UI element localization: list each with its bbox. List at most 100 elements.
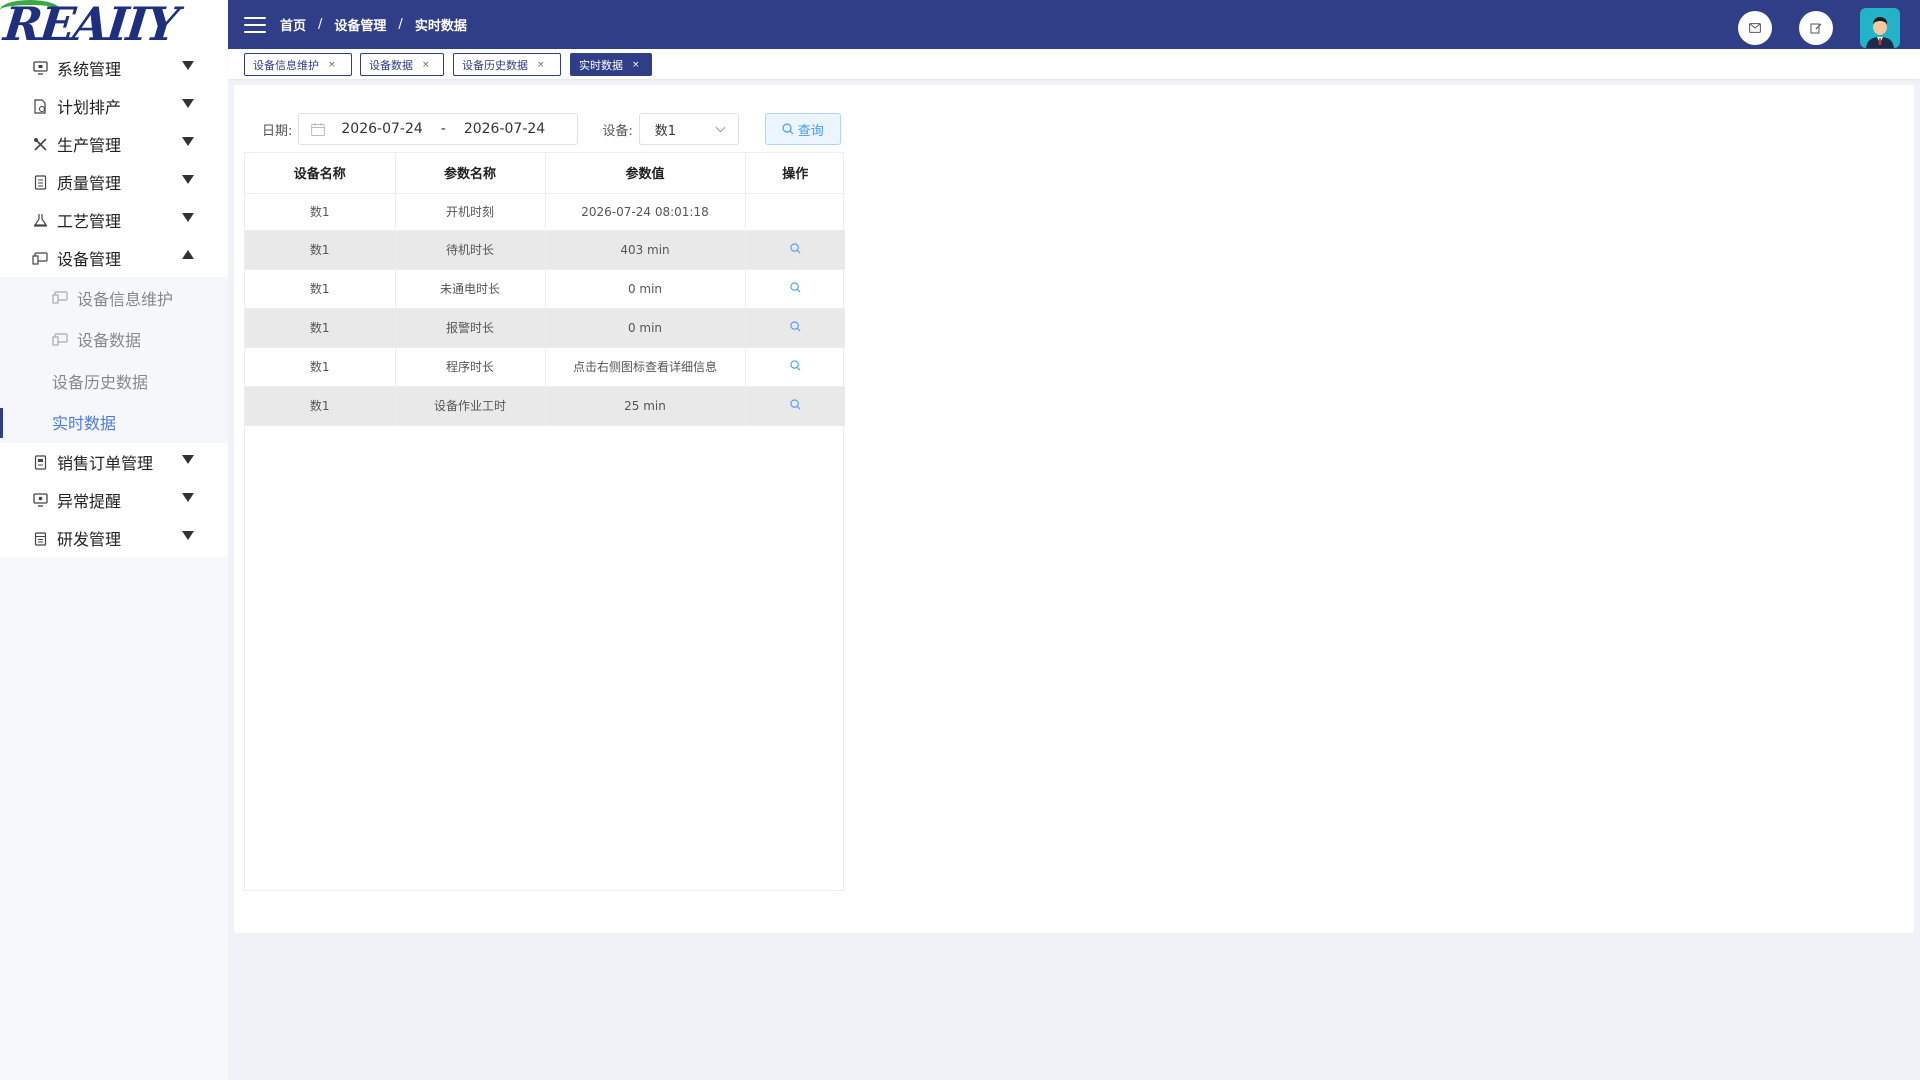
table-row: 数1 程序时长 点击右侧图标查看详细信息 bbox=[245, 347, 845, 387]
device-select[interactable]: 数1 bbox=[638, 113, 739, 145]
mail-icon bbox=[1749, 23, 1761, 33]
column-header-param: 参数名称 bbox=[395, 153, 546, 194]
hamburger-menu-icon[interactable] bbox=[244, 16, 266, 33]
main-card: 日期: 2026-07-24 - 2026-07-24 设备: 数1 查询 设备… bbox=[234, 85, 1914, 933]
sidebar-item-production[interactable]: 生产管理 bbox=[0, 125, 228, 163]
cell-action bbox=[745, 386, 845, 426]
sidebar-item-sales[interactable]: 销售订单管理 bbox=[0, 443, 228, 481]
table-header-row: 设备名称 参数名称 参数值 操作 bbox=[245, 153, 845, 194]
table-row: 数1 设备作业工时 25 min bbox=[245, 386, 845, 426]
cell-value: 0 min bbox=[545, 308, 746, 348]
query-button[interactable]: 查询 bbox=[764, 113, 841, 145]
caret-down-icon bbox=[182, 61, 194, 70]
view-detail-search-icon[interactable] bbox=[790, 398, 801, 410]
cell-device: 数1 bbox=[245, 269, 396, 309]
cell-value: 2026-07-24 08:01:18 bbox=[545, 193, 746, 231]
view-detail-search-icon[interactable] bbox=[790, 281, 801, 293]
sidebar-item-system[interactable]: 系统管理 bbox=[0, 49, 228, 87]
cell-device: 数1 bbox=[245, 230, 396, 270]
sidebar-subitem-device-info[interactable]: 设备信息维护 bbox=[0, 277, 228, 319]
cell-value: 403 min bbox=[545, 230, 746, 270]
cell-value: 0 min bbox=[545, 269, 746, 309]
tag-label: 实时数据 bbox=[579, 58, 623, 72]
cell-param: 待机时长 bbox=[395, 230, 546, 270]
column-header-device: 设备名称 bbox=[245, 153, 396, 194]
close-icon[interactable]: × bbox=[632, 60, 640, 70]
cell-param: 开机时刻 bbox=[395, 193, 546, 231]
view-detail-search-icon[interactable] bbox=[790, 320, 801, 332]
user-avatar[interactable] bbox=[1860, 8, 1900, 48]
calendar-icon bbox=[32, 530, 48, 546]
breadcrumb: 首页 / 设备管理 / 实时数据 bbox=[280, 15, 467, 34]
caret-down-icon bbox=[182, 99, 194, 108]
breadcrumb-home[interactable]: 首页 bbox=[280, 15, 306, 34]
document-schedule-icon bbox=[32, 98, 48, 114]
tag-device-data[interactable]: 设备数据 × bbox=[360, 53, 444, 76]
tag-label: 设备历史数据 bbox=[462, 58, 528, 72]
sidebar-item-quality[interactable]: 质量管理 bbox=[0, 163, 228, 201]
cell-action bbox=[745, 193, 845, 231]
close-icon[interactable]: × bbox=[328, 60, 336, 70]
cell-param: 程序时长 bbox=[395, 347, 546, 387]
search-icon bbox=[782, 123, 794, 135]
filter-row: 日期: 2026-07-24 - 2026-07-24 设备: 数1 查询 bbox=[262, 113, 841, 145]
data-table: 设备名称 参数名称 参数值 操作 数1 开机时刻 2026-07-24 08:0… bbox=[244, 152, 845, 891]
chevron-down-icon bbox=[715, 122, 726, 133]
sidebar: REAIIY 系统管理 计划排产 生产管理 质量管理 工艺管理 设备管理 设备信… bbox=[0, 0, 228, 1080]
date-end[interactable]: 2026-07-24 bbox=[464, 121, 545, 137]
sidebar-item-alert[interactable]: 异常提醒 bbox=[0, 481, 228, 519]
tag-realtime[interactable]: 实时数据 × bbox=[570, 53, 652, 76]
sidebar-item-device[interactable]: 设备管理 bbox=[0, 239, 228, 277]
logo[interactable]: REAIIY bbox=[0, 0, 228, 51]
cell-action bbox=[745, 347, 845, 387]
sidebar-item-label: 工艺管理 bbox=[57, 212, 122, 231]
caret-down-icon bbox=[182, 213, 194, 222]
tag-device-history[interactable]: 设备历史数据 × bbox=[453, 53, 561, 76]
topbar: 首页 / 设备管理 / 实时数据 bbox=[228, 0, 1920, 49]
device-icon bbox=[32, 250, 48, 266]
device-select-value: 数1 bbox=[654, 123, 677, 139]
close-icon[interactable]: × bbox=[422, 60, 430, 70]
caret-down-icon bbox=[182, 137, 194, 146]
view-detail-search-icon[interactable] bbox=[790, 242, 801, 254]
tag-label: 设备信息维护 bbox=[253, 58, 319, 72]
mail-button[interactable] bbox=[1738, 11, 1772, 45]
tag-device-info[interactable]: 设备信息维护 × bbox=[244, 53, 352, 76]
sidebar-item-label: 计划排产 bbox=[57, 98, 122, 117]
cell-device: 数1 bbox=[245, 347, 396, 387]
monitor-alert-icon bbox=[32, 492, 48, 508]
cell-action bbox=[745, 308, 845, 348]
edit-button[interactable] bbox=[1799, 11, 1833, 45]
close-icon[interactable]: × bbox=[537, 60, 545, 70]
date-range-picker[interactable]: 2026-07-24 - 2026-07-24 bbox=[298, 113, 579, 145]
tags-bar: 设备信息维护 × 设备数据 × 设备历史数据 × 实时数据 × bbox=[228, 49, 1920, 79]
sidebar-subitem-device-history[interactable]: 设备历史数据 bbox=[0, 360, 228, 402]
sidebar-item-plan[interactable]: 计划排产 bbox=[0, 87, 228, 125]
sidebar-menu: 系统管理 计划排产 生产管理 质量管理 工艺管理 设备管理 bbox=[0, 49, 228, 277]
sidebar-subitem-device-data[interactable]: 设备数据 bbox=[0, 319, 228, 361]
cell-param: 设备作业工时 bbox=[395, 386, 546, 426]
document-icon bbox=[32, 174, 48, 190]
device-label: 设备: bbox=[602, 123, 633, 139]
avatar-person-icon bbox=[1866, 17, 1894, 48]
caret-down-icon bbox=[182, 175, 194, 184]
view-detail-search-icon[interactable] bbox=[790, 359, 801, 371]
device-icon bbox=[52, 332, 68, 346]
sidebar-subitem-realtime[interactable]: 实时数据 bbox=[0, 402, 228, 444]
caret-down-icon bbox=[182, 493, 194, 502]
column-header-value: 参数值 bbox=[545, 153, 746, 194]
date-label: 日期: bbox=[262, 123, 293, 139]
sidebar-subitem-label: 设备数据 bbox=[77, 331, 142, 351]
breadcrumb-separator: / bbox=[398, 17, 403, 32]
sidebar-item-process[interactable]: 工艺管理 bbox=[0, 201, 228, 239]
sidebar-item-rnd[interactable]: 研发管理 bbox=[0, 519, 228, 557]
tag-label: 设备数据 bbox=[369, 58, 413, 72]
breadcrumb-device-management[interactable]: 设备管理 bbox=[334, 15, 386, 34]
device-icon bbox=[52, 291, 68, 305]
date-start[interactable]: 2026-07-24 bbox=[341, 121, 422, 137]
edit-icon bbox=[1810, 23, 1822, 34]
caret-down-icon bbox=[182, 531, 194, 540]
query-button-label: 查询 bbox=[797, 123, 824, 139]
device-submenu: 设备信息维护 设备数据 设备历史数据 实时数据 bbox=[0, 277, 228, 443]
tools-icon bbox=[32, 136, 48, 152]
